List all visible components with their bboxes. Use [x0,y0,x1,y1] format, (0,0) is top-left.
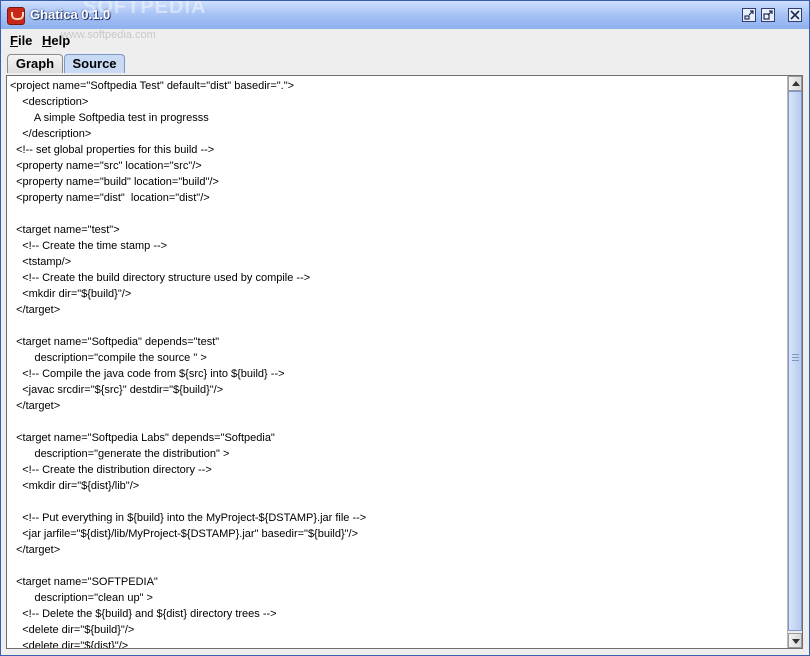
code-line: <target name="Softpedia Labs" depends="S… [10,432,275,444]
code-line: <!-- Put everything in ${build} into the… [10,512,367,524]
maximize-icon [763,10,773,20]
code-line: <!-- Compile the java code from ${src} i… [10,368,285,380]
menu-file[interactable]: File [10,33,32,48]
watermark-url: www.softpedia.com [61,29,156,41]
code-line: <mkdir dir="${dist}/lib"/> [10,480,140,492]
code-line: <jar jarfile="${dist}/lib/MyProject-${DS… [10,528,359,540]
grip-icon [792,354,799,362]
code-line: <!-- Delete the ${build} and ${dist} dir… [10,608,277,620]
watermark-text: SOFTPEDIA [83,0,207,18]
code-text[interactable]: <project name="Softpedia Test" default="… [10,78,367,649]
code-line: <javac srcdir="${src}" destdir="${build}… [10,384,224,396]
app-icon[interactable] [7,7,25,25]
tab-source[interactable]: Source [64,54,125,73]
code-line: <description> [10,96,89,108]
menu-file-label: ile [17,33,33,48]
code-line: </description> [10,128,92,140]
source-editor[interactable]: <project name="Softpedia Test" default="… [6,75,803,649]
code-line: description="compile the source " > [10,352,207,364]
code-line: </target> [10,400,61,412]
code-line: </target> [10,544,61,556]
code-line: </target> [10,304,61,316]
menu-help-mnemonic: H [42,33,52,48]
code-line: <property name="dist" location="dist"/> [10,192,210,204]
tab-graph[interactable]: Graph [7,54,63,73]
code-line: <!-- Create the distribution directory -… [10,464,212,476]
code-line: <delete dir="${build}"/> [10,624,135,636]
code-line: <!-- Create the time stamp --> [10,240,168,252]
code-line: <property name="build" location="build"/… [10,176,219,188]
code-line: <!-- set global properties for this buil… [10,144,215,156]
title-bar[interactable]: Ghatica 0.1.0 SOFTPEDIA [1,1,809,30]
minimize-button[interactable] [742,8,756,22]
close-button[interactable] [788,8,802,22]
code-line: <tstamp/> [10,256,72,268]
code-line: <project name="Softpedia Test" default="… [10,80,295,92]
menu-file-mnemonic: F [10,33,18,48]
code-line: <target name="test"> [10,224,120,236]
code-line: <property name="src" location="src"/> [10,160,202,172]
code-line: <!-- Create the build directory structur… [10,272,311,284]
code-line: description="generate the distribution" … [10,448,230,460]
code-line: <mkdir dir="${build}"/> [10,288,132,300]
minimize-icon [744,10,754,20]
code-line: A simple Softpedia test in progresss [10,112,209,124]
maximize-button[interactable] [761,8,775,22]
app-window: Ghatica 0.1.0 SOFTPEDIA File Help www.so… [0,0,810,656]
menu-bar: File Help www.softpedia.com [1,29,809,51]
code-line: description="clean up" > [10,592,153,604]
tab-strip: Graph Source [1,51,809,73]
code-line: <delete dir="${dist}"/> [10,640,129,649]
scroll-up-button[interactable] [788,76,802,91]
code-line: <target name="Softpedia" depends="test" [10,336,220,348]
close-icon [790,10,800,20]
code-line: <target name="SOFTPEDIA" [10,576,158,588]
vertical-scrollbar[interactable] [787,76,802,648]
scroll-thumb[interactable] [788,91,802,631]
scroll-down-button[interactable] [788,633,802,648]
